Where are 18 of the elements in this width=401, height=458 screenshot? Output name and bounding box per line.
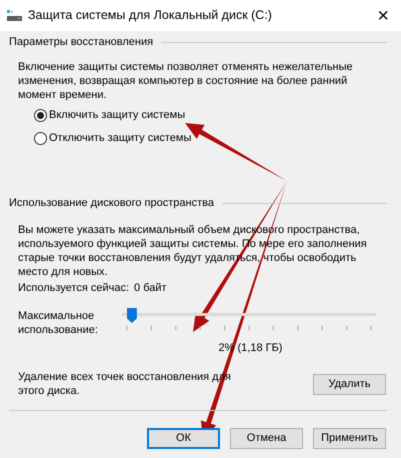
window-title: Защита системы для Локальный диск (C:) [28, 7, 273, 24]
delete-button[interactable]: Удалить [313, 374, 386, 394]
radio-button[interactable] [34, 108, 47, 122]
dialog-button[interactable]: ОК [147, 428, 220, 449]
usage-value: 0 байт [134, 281, 167, 295]
section-heading: Использование дискового пространства [9, 196, 214, 210]
section-heading: Параметры восстановления [9, 35, 154, 49]
radio-button[interactable] [34, 132, 47, 144]
dialog-button[interactable]: Отмена [230, 428, 303, 449]
drive-icon [7, 10, 22, 22]
close-button[interactable]: × [373, 6, 393, 26]
slider-thumb[interactable] [126, 308, 137, 323]
radio-option[interactable]: Включить защиту системы [34, 108, 186, 122]
dialog-button[interactable]: Применить [313, 428, 386, 449]
radio-option[interactable]: Отключить защиту системы [34, 131, 192, 145]
usage-label: Используется сейчас: [18, 281, 130, 295]
description-text: Включение защиты системы позволяет отменять нежелательные изменения, возвращая компьютер в состояние на более ранний момент времени. [18, 60, 354, 102]
slider-label: Максимальное использование: [18, 309, 99, 337]
